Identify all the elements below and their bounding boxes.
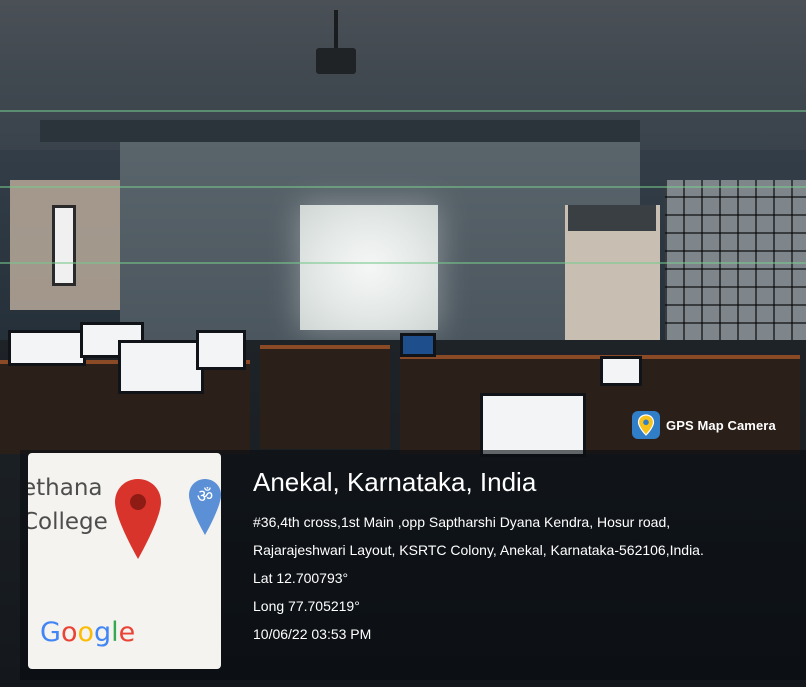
google-logo: Google [40,617,135,648]
monitor [196,330,246,370]
location-details: Anekal, Karnataka, India #36,4th cross,1… [253,466,793,654]
scan-line [0,262,806,264]
map-thumbnail: ethana College ॐ Google [28,453,221,669]
longitude: Long 77.705219° [253,598,360,614]
latitude: Lat 12.700793° [253,570,349,586]
google-letter: g [94,617,112,648]
map-place-label: ethana [28,475,103,501]
location-pin-icon [115,479,161,559]
monitor [118,340,204,394]
projection-screen [300,205,438,330]
desk-row [260,345,390,449]
map-pin-icon [632,411,660,439]
scan-line [0,186,806,188]
timestamp: 10/06/22 03:53 PM [253,626,372,642]
gps-map-camera-badge: GPS Map Camera [632,411,776,439]
google-letter: e [118,617,136,648]
monitor [400,333,436,357]
cabinet-top [568,205,656,231]
wall-panel [52,205,76,286]
google-letter: o [77,617,94,648]
map-place-label: College [28,509,108,535]
badge-label: GPS Map Camera [666,417,776,433]
google-letter: o [60,617,78,648]
om-symbol-pin-icon: ॐ [189,479,221,535]
projector-mount [334,10,338,50]
om-symbol: ॐ [197,486,213,507]
scan-line [0,110,806,112]
place-title: Anekal, Karnataka, India [253,467,537,497]
monitor [480,393,586,457]
google-letter: l [111,617,119,648]
monitor [8,330,86,366]
address-line: #36,4th cross,1st Main ,opp Saptharshi D… [253,514,671,530]
ceiling-beam [40,120,640,142]
google-letter: G [40,617,61,648]
projector [316,48,356,74]
address-line: Rajarajeshwari Layout, KSRTC Colony, Ane… [253,542,704,558]
monitor [600,356,642,386]
